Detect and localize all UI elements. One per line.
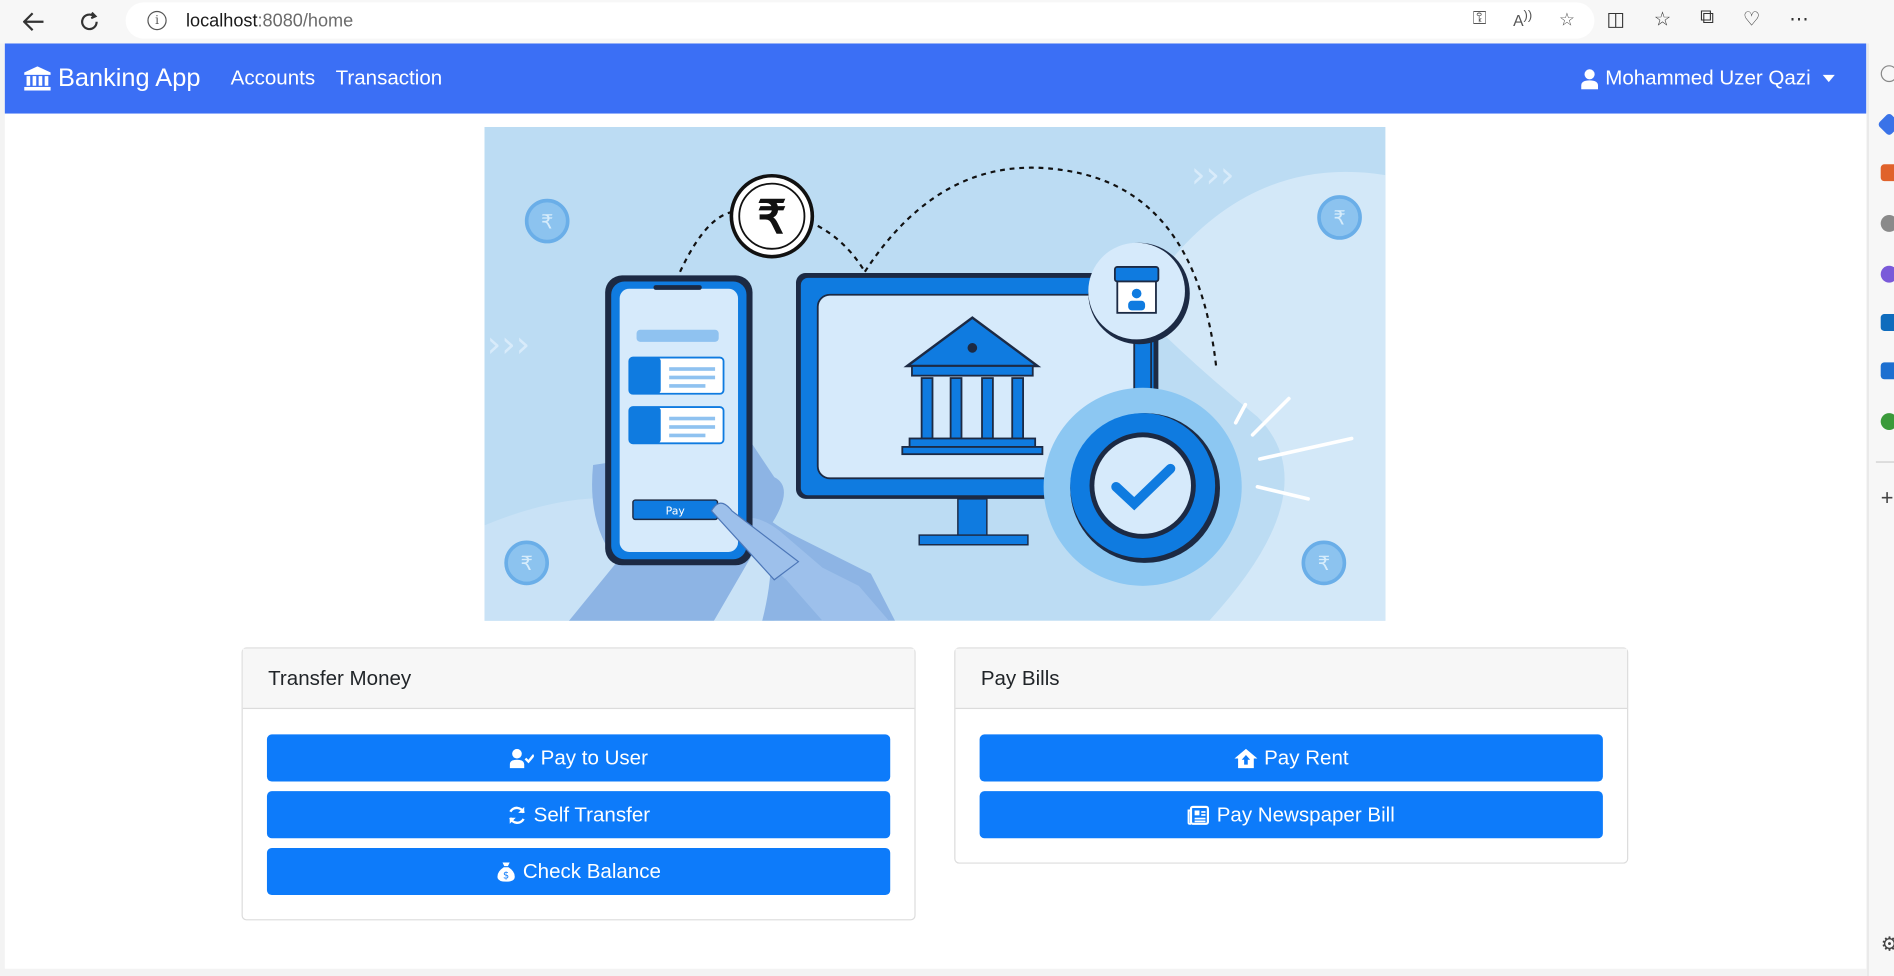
shop-icon <box>1113 266 1160 314</box>
brand-link[interactable]: Banking App <box>24 64 200 93</box>
svg-text:₹: ₹ <box>1318 554 1330 575</box>
nav-link-accounts[interactable]: Accounts <box>231 66 315 90</box>
money-bag-icon: $ <box>497 862 515 882</box>
pay-rent-button[interactable]: Pay Rent <box>979 734 1603 782</box>
games-icon[interactable] <box>1880 265 1894 283</box>
send-icon[interactable] <box>1880 362 1894 380</box>
svg-text:›››: ››› <box>487 322 530 365</box>
copilot-icon[interactable] <box>1877 112 1894 137</box>
key-icon[interactable]: ⚿ <box>1473 8 1487 30</box>
svg-text:₹: ₹ <box>520 554 532 575</box>
tools-icon[interactable] <box>1880 215 1894 232</box>
user-icon <box>1581 68 1598 89</box>
house-upload-icon <box>1233 748 1257 768</box>
site-info-icon[interactable]: i <box>147 10 167 31</box>
browser-toolbar: i localhost:8080/home ⚿ A)) ☆ ◫ ☆ ⧉ ♡ ⋯ <box>0 0 1894 44</box>
back-icon[interactable] <box>17 5 51 39</box>
page-content: Banking App Accounts Transaction Mohamme… <box>4 43 1867 969</box>
add-icon[interactable]: + <box>1881 486 1894 511</box>
pay-newspaper-bill-button[interactable]: Pay Newspaper Bill <box>979 791 1603 839</box>
url-text[interactable]: localhost:8080/home <box>186 10 353 31</box>
more-menu-icon[interactable]: ⋯ <box>1789 7 1808 31</box>
svg-text:$: $ <box>503 871 509 882</box>
pay-bills-card: Pay Bills Pay Rent Pay Newspaper Bill <box>954 647 1629 864</box>
bank-icon <box>24 66 51 91</box>
hero-illustration: ››› ››› ₹ ₹ ₹ ₹ ₹ Pay <box>484 126 1386 621</box>
hero-pay-label: Pay <box>666 505 686 518</box>
split-screen-icon[interactable]: ◫ <box>1607 7 1625 31</box>
chevron-down-icon <box>1822 74 1835 83</box>
search-icon[interactable] <box>1880 65 1894 83</box>
sidebar-divider <box>1875 461 1894 463</box>
card-title: Pay Bills <box>955 648 1628 710</box>
user-name: Mohammed Uzer Qazi <box>1605 66 1811 90</box>
newspaper-icon <box>1187 805 1210 825</box>
shopping-icon[interactable] <box>1880 164 1894 182</box>
read-aloud-icon[interactable]: A)) <box>1513 8 1532 30</box>
svg-text:›››: ››› <box>1191 153 1234 196</box>
user-dropdown[interactable]: Mohammed Uzer Qazi <box>1581 66 1835 90</box>
address-bar[interactable]: i localhost:8080/home ⚿ A)) ☆ <box>125 2 1595 39</box>
favorites-icon[interactable]: ☆ <box>1654 7 1671 31</box>
outlook-icon[interactable] <box>1880 314 1894 331</box>
nav-link-transaction[interactable]: Transaction <box>336 66 443 90</box>
transfer-money-card: Transfer Money Pay to User Self Transfer <box>241 647 916 921</box>
tree-icon[interactable] <box>1880 413 1894 431</box>
pay-to-user-button[interactable]: Pay to User <box>266 734 891 782</box>
brand-text: Banking App <box>57 64 201 92</box>
sync-icon <box>508 806 525 824</box>
rupee-icon: ₹ <box>757 191 786 243</box>
favorite-star-icon[interactable]: ☆ <box>1559 8 1575 31</box>
browser-essentials-icon[interactable]: ♡ <box>1743 7 1760 31</box>
card-title: Transfer Money <box>242 648 915 710</box>
settings-gear-icon[interactable]: ⚙ <box>1881 932 1894 956</box>
svg-text:₹: ₹ <box>1333 209 1345 230</box>
top-navbar: Banking App Accounts Transaction Mohamme… <box>4 43 1867 114</box>
collections-icon[interactable]: ⧉ <box>1700 7 1714 31</box>
svg-text:₹: ₹ <box>541 212 553 233</box>
check-balance-button[interactable]: $ Check Balance <box>266 847 891 896</box>
self-transfer-button[interactable]: Self Transfer <box>266 791 891 839</box>
user-check-icon <box>509 748 534 768</box>
browser-sidebar: + ⚙ <box>1867 43 1894 976</box>
refresh-icon[interactable] <box>72 5 106 39</box>
